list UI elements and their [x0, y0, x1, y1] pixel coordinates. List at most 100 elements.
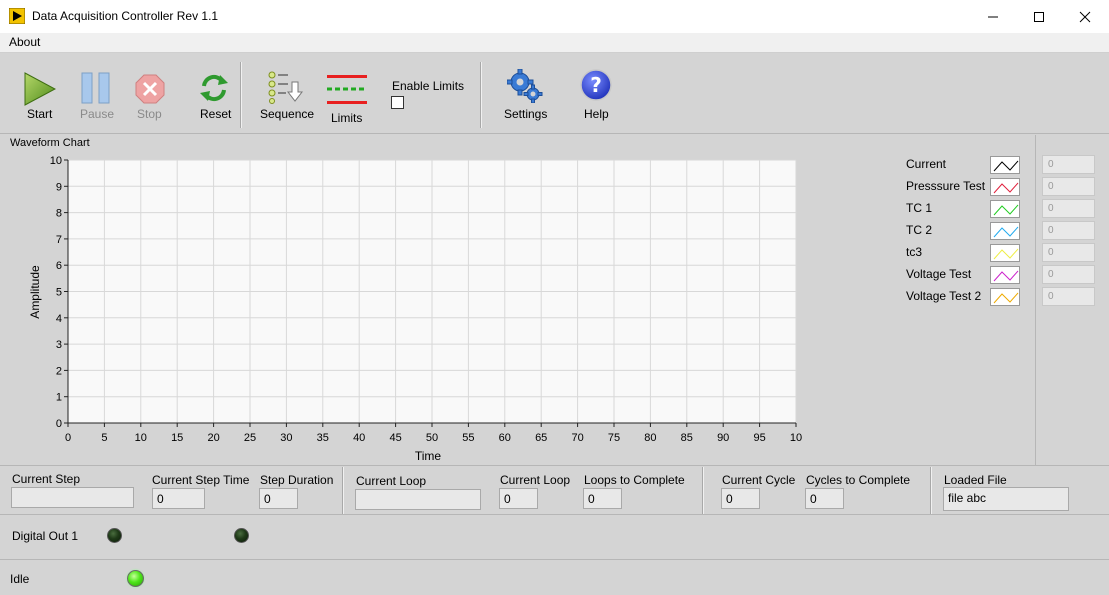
legend-label: Presssure Test	[906, 179, 986, 193]
menu-item-about[interactable]: About	[9, 35, 40, 49]
limits-icon	[327, 75, 367, 104]
current-step-time-label: Current Step Time	[152, 473, 250, 487]
x-tick-label: 95	[753, 432, 765, 444]
x-tick-label: 85	[681, 432, 693, 444]
x-tick-label: 50	[426, 432, 438, 444]
stop-icon	[135, 74, 165, 104]
x-tick-label: 70	[571, 432, 583, 444]
state-label: Idle	[10, 572, 30, 586]
legend-swatch[interactable]	[990, 222, 1020, 240]
toolbar-separator	[480, 62, 482, 128]
loops-to-complete-label: Loops to Complete	[584, 473, 685, 487]
start-label: Start	[27, 107, 53, 121]
x-tick-label: 90	[717, 432, 729, 444]
current-step-time-field: 0	[152, 488, 205, 509]
x-tick-label: 10	[135, 432, 147, 444]
toolbar: Start Pause Stop Reset Sequence Limits E…	[0, 54, 1109, 134]
y-tick-label: 10	[50, 155, 62, 167]
limits-button[interactable]: Limits	[324, 54, 370, 132]
x-tick-label: 80	[644, 432, 656, 444]
labview-app-icon[interactable]	[8, 7, 26, 25]
step-duration-label: Step Duration	[260, 473, 334, 487]
pause-button[interactable]: Pause	[76, 54, 116, 132]
settings-icon	[507, 69, 543, 103]
loaded-file-field: file abc	[943, 487, 1069, 511]
x-tick-label: 20	[207, 432, 219, 444]
legend-label: Current	[906, 157, 947, 171]
waveform-chart[interactable]: 0 5 10 15 20 25 30 35 40 45 50 55 60 65 70 75 80 85 90 95 10…	[0, 150, 810, 465]
current-loop-field: 0	[499, 488, 538, 509]
close-icon	[1079, 11, 1091, 22]
line-sample-icon	[993, 160, 1019, 172]
legend-swatch[interactable]	[990, 156, 1020, 174]
maximize-button[interactable]	[1016, 0, 1062, 33]
legend-label: Voltage Test	[906, 267, 972, 281]
current-step-label: Current Step	[12, 472, 81, 486]
y-tick-label: 3	[56, 339, 62, 351]
start-button[interactable]: Start	[20, 54, 60, 132]
play-icon	[24, 72, 56, 106]
line-sample-icon	[993, 204, 1019, 216]
digital-out-1-label: Digital Out 1	[12, 529, 79, 543]
settings-button[interactable]: Settings	[500, 54, 550, 132]
legend-label: TC 1	[906, 201, 933, 215]
limits-label: Limits	[331, 111, 363, 125]
enable-limits-checkbox[interactable]	[391, 96, 404, 109]
x-tick-label: 35	[317, 432, 329, 444]
line-sample-icon	[993, 292, 1019, 304]
state-led	[127, 570, 144, 587]
y-axis-label: Amplitude	[28, 265, 42, 319]
pause-icon	[81, 72, 110, 104]
legend-swatch[interactable]	[990, 266, 1020, 284]
line-sample-icon	[993, 182, 1019, 194]
sequence-label: Sequence	[260, 107, 315, 121]
reset-icon	[200, 74, 228, 102]
toolbar-separator	[240, 62, 242, 128]
current-step-field	[11, 487, 134, 508]
menu-bar: About	[0, 33, 1109, 53]
x-tick-label: 60	[499, 432, 511, 444]
legend-swatch[interactable]	[990, 288, 1020, 306]
x-tick-label: 65	[535, 432, 547, 444]
window-title: Data Acquisition Controller Rev 1.1	[32, 9, 219, 23]
legend-swatch[interactable]	[990, 200, 1020, 218]
chart-grid	[67, 159, 797, 424]
current-cycle-label: Current Cycle	[722, 473, 796, 487]
x-tick-label: 5	[101, 432, 107, 444]
cycles-to-complete-field: 0	[805, 488, 844, 509]
legend-swatch[interactable]	[990, 244, 1020, 262]
cycles-to-complete-label: Cycles to Complete	[806, 473, 911, 487]
x-tick-label: 75	[608, 432, 620, 444]
digital-out-led-1[interactable]	[107, 528, 122, 543]
legend-swatch[interactable]	[990, 178, 1020, 196]
x-tick-label: 40	[353, 432, 365, 444]
legend-values-panel	[1035, 135, 1109, 465]
help-icon: ?	[580, 69, 612, 101]
line-sample-icon	[993, 248, 1019, 260]
x-tick-label: 0	[65, 432, 71, 444]
sequence-icon	[268, 71, 304, 104]
help-button[interactable]: ? Help	[576, 54, 616, 132]
sequence-button[interactable]: Sequence	[258, 54, 316, 132]
current-cycle-field: 0	[721, 488, 760, 509]
x-tick-label: 15	[171, 432, 183, 444]
x-axis-ticks: 0 5 10 15 20 25 30 35 40 45 50 55 60 65 70 75 80 85 90 95 10	[65, 423, 802, 444]
legend-label: Voltage Test 2	[906, 289, 982, 303]
y-tick-label: 4	[56, 313, 62, 325]
status-separator	[930, 467, 932, 514]
minimize-icon	[988, 16, 998, 17]
y-tick-label: 5	[56, 287, 62, 299]
loops-to-complete-field: 0	[583, 488, 622, 509]
title-bar: Data Acquisition Controller Rev 1.1	[0, 0, 1109, 33]
digital-out-led-2[interactable]	[234, 528, 249, 543]
legend-label: TC 2	[906, 223, 933, 237]
minimize-button[interactable]	[970, 0, 1016, 33]
reset-button[interactable]: Reset	[194, 54, 234, 132]
y-tick-label: 1	[56, 392, 62, 404]
x-tick-label: 25	[244, 432, 256, 444]
line-sample-icon	[993, 270, 1019, 282]
status-separator	[702, 467, 704, 514]
stop-button[interactable]: Stop	[130, 54, 170, 132]
y-tick-label: 9	[56, 181, 62, 193]
close-button[interactable]	[1062, 0, 1108, 33]
